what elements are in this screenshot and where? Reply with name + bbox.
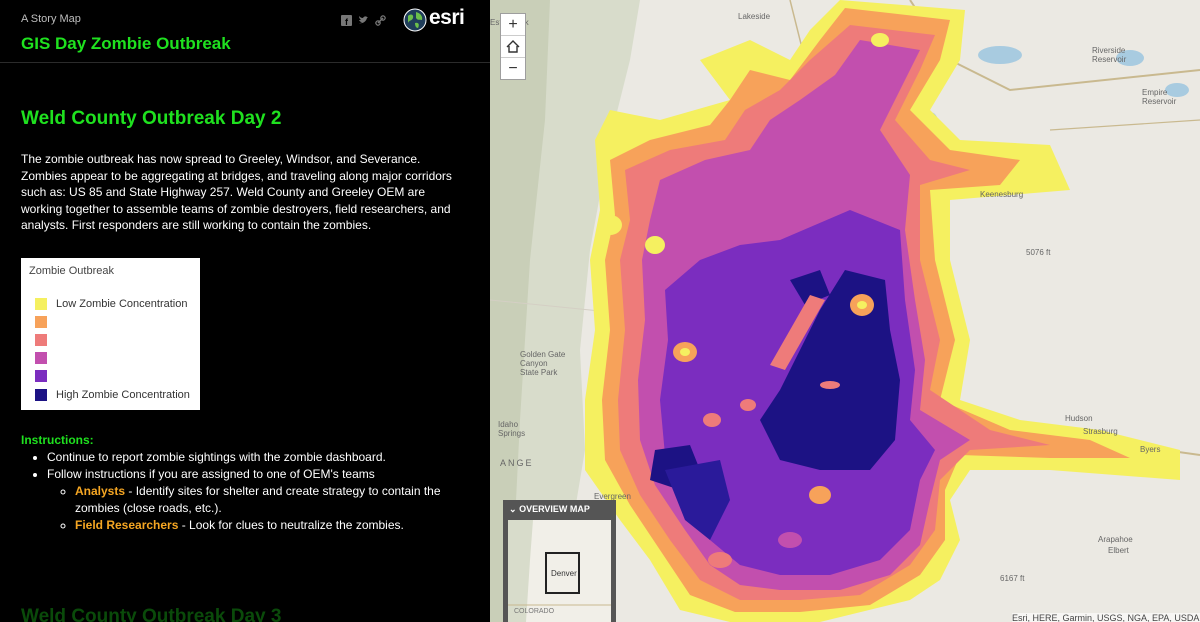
place-label: Arapahoe	[1098, 535, 1133, 544]
list-item: Follow instructions if you are assigned …	[47, 466, 466, 534]
legend-swatch	[35, 352, 47, 364]
legend-swatch	[35, 389, 47, 401]
place-label: Golden Gate Canyon State Park	[520, 350, 566, 377]
legend-label: High Zombie Concentration	[56, 389, 190, 401]
esri-logo[interactable]: esri	[403, 6, 473, 34]
story-map-tag: A Story Map	[21, 13, 81, 25]
place-label: Hudson	[1065, 414, 1093, 423]
team-item: Analysts - Identify sites for shelter an…	[75, 483, 466, 517]
overview-header[interactable]: ⌄ OVERVIEW MAP	[503, 500, 616, 518]
legend-swatch	[35, 334, 47, 346]
zoom-controls: + −	[500, 13, 526, 80]
place-label: Byers	[1140, 445, 1161, 454]
instructions-label: Instructions:	[21, 433, 94, 447]
story-title: GIS Day Zombie Outbreak	[21, 34, 231, 53]
zoom-in-button[interactable]: +	[501, 14, 525, 36]
elevation-label: 6167 ft	[1000, 574, 1025, 583]
globe-icon	[403, 8, 427, 32]
team-item: Field Researchers - Look for clues to ne…	[75, 517, 466, 534]
facebook-icon[interactable]: f	[341, 13, 352, 27]
section-heading: Weld County Outbreak Day 2	[21, 108, 282, 129]
team-name: Field Researchers	[75, 518, 179, 532]
legend-label: Low Zombie Concentration	[56, 298, 188, 310]
twitter-icon[interactable]	[358, 13, 369, 24]
overview-title: OVERVIEW MAP	[519, 504, 590, 514]
place-label: Riverside Reservoir	[1092, 46, 1127, 64]
place-label: Keenesburg	[980, 190, 1024, 199]
next-section-heading: Weld County Outbreak Day 3	[21, 606, 282, 622]
zoom-out-button[interactable]: −	[501, 58, 525, 79]
region-label: ANGE	[500, 458, 534, 468]
home-button[interactable]	[501, 36, 525, 58]
elevation-label: 5076 ft	[1026, 248, 1051, 257]
legend-swatch	[35, 298, 47, 310]
share-bar: f	[341, 13, 386, 27]
overview-map: ⌄ OVERVIEW MAP Denver COLORADO	[503, 500, 616, 622]
overview-map-view[interactable]: Denver COLORADO	[508, 520, 611, 622]
overview-state-label: COLORADO	[514, 608, 555, 615]
chevron-down-icon: ⌄	[509, 504, 517, 514]
team-text: - Identify sites for shelter and create …	[75, 484, 441, 515]
section-intro: The zombie outbreak has now spread to Gr…	[21, 152, 452, 232]
team-text: - Look for clues to neutralize the zombi…	[178, 518, 404, 532]
link-icon[interactable]	[375, 13, 386, 26]
legend-swatch	[35, 370, 47, 382]
home-icon	[506, 40, 520, 53]
overview-city-label: Denver	[551, 569, 577, 578]
instructions: Instructions: Continue to report zombie …	[21, 432, 466, 534]
map-attribution[interactable]: Esri, HERE, Garmin, USGS, NGA, EPA, USDA…	[1012, 613, 1200, 622]
team-name: Analysts	[75, 484, 126, 498]
list-item: Continue to report zombie sightings with…	[47, 449, 466, 466]
esri-wordmark: esri	[429, 6, 465, 29]
story-panel: A Story Map GIS Day Zombie Outbreak f es…	[0, 0, 490, 622]
story-header: A Story Map GIS Day Zombie Outbreak f es…	[0, 0, 490, 63]
legend: Zombie Outbreak Low Zombie Concentration…	[21, 258, 200, 410]
story-content: Weld County Outbreak Day 2 The zombie ou…	[21, 108, 466, 532]
place-label: Empire Reservoir	[1142, 88, 1177, 106]
legend-title: Zombie Outbreak	[29, 265, 114, 277]
legend-swatch	[35, 316, 47, 328]
place-label: Idaho Springs	[498, 420, 526, 438]
place-label: Elbert	[1108, 546, 1129, 555]
place-label: Lakeside	[738, 12, 771, 21]
list-item-text: Follow instructions if you are assigned …	[47, 467, 375, 481]
place-label: Strasburg	[1083, 427, 1118, 436]
